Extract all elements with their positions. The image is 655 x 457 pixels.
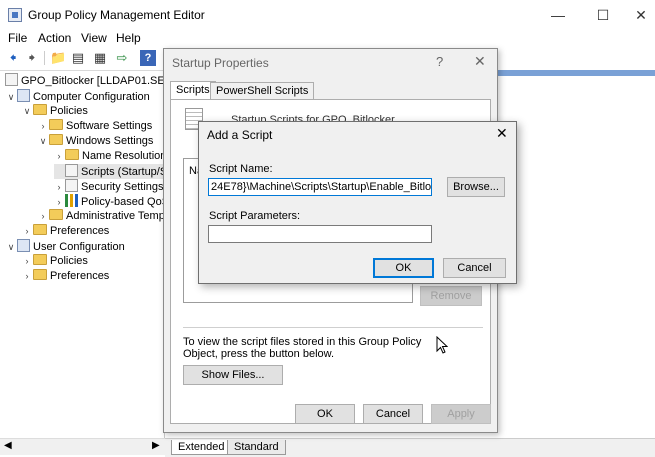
folder-icon [65,149,79,160]
browse-button[interactable]: Browse... [447,177,505,197]
folder-icon [33,224,47,235]
show-files-button[interactable]: Show Files... [183,365,283,385]
chevron-down-icon[interactable]: ∨ [6,240,16,255]
minimize-button[interactable]: — [549,6,567,24]
security-icon [65,179,78,192]
tab-standard[interactable]: Standard [227,440,286,455]
folder-icon [33,104,47,115]
tree-item-windows-settings[interactable]: ∨ Windows Settings [38,134,153,149]
tree-item-name-resolution[interactable]: › Name Resolution [54,149,164,164]
add-script-cancel-button[interactable]: Cancel [443,258,506,278]
window-title: Group Policy Management Editor [28,8,205,22]
scroll-left-icon[interactable]: ◀ [4,440,12,451]
ok-button[interactable]: OK [295,404,355,424]
scroll-right-icon[interactable]: ▶ [152,440,160,451]
tree-horizontal-scrollbar[interactable]: ◀ ▶ [0,438,165,455]
console-tree: GPO_Bitlocker [LLDAP01.SERVA ∨Computer C… [0,70,165,438]
title-bar: Group Policy Management Editor — ☐ ✕ [0,0,655,30]
folder-icon [33,269,47,280]
show-files-info: To view the script files stored in this … [183,336,422,360]
chevron-down-icon[interactable]: ∨ [6,90,16,105]
close-window-button[interactable]: ✕ [632,6,650,24]
tab-extended[interactable]: Extended [171,440,232,455]
chevron-right-icon[interactable]: › [38,119,48,134]
divider [183,327,483,328]
tree-item-user-policies[interactable]: › Policies [22,254,88,269]
chevron-right-icon[interactable]: › [38,209,48,224]
chevron-right-icon[interactable]: › [54,180,64,195]
tree-item-gpo-root[interactable]: GPO_Bitlocker [LLDAP01.SERVA [4,73,164,88]
properties-icon[interactable]: ▦ [92,50,108,66]
folder-icon [49,134,63,145]
add-script-title: Add a Script [207,128,273,142]
menu-action[interactable]: Action [38,31,71,45]
gpme-app-icon [8,8,22,22]
folder-icon [33,254,47,265]
add-script-ok-button[interactable]: OK [373,258,434,278]
script-name-label: Script Name: [209,163,273,175]
apply-button[interactable]: Apply [431,404,491,424]
chevron-right-icon[interactable]: › [54,195,64,210]
folder-up-icon[interactable]: 📁 [50,50,66,66]
bar-chart-icon [65,194,78,207]
chevron-right-icon[interactable]: › [22,224,32,239]
cancel-button[interactable]: Cancel [363,404,423,424]
close-dialog-button[interactable]: ✕ [474,53,486,70]
tab-powershell-scripts[interactable]: PowerShell Scripts [210,82,315,100]
chevron-right-icon[interactable]: › [54,149,64,164]
tab-scripts[interactable]: Scripts [170,81,216,101]
remove-button[interactable]: Remove [420,286,482,306]
add-script-dialog: Add a Script ✕ Script Name: 24E78}\Machi… [198,121,517,284]
tree-item-software-settings[interactable]: › Software Settings [38,119,152,134]
script-parameters-input[interactable] [208,225,432,243]
folder-icon [49,209,63,220]
help-button[interactable]: ? [436,54,443,69]
tree-item-scripts[interactable]: Scripts (Startup/S [54,164,164,179]
tree-item-policies[interactable]: ∨ Policies [22,104,88,119]
folder-icon [49,119,63,130]
chevron-right-icon[interactable]: › [22,269,32,284]
toolbar: 🠸 🠺 📁 ▤ ▦ ⇨ ? [0,48,170,68]
startup-dialog-title: Startup Properties [172,56,269,70]
script-name-input[interactable]: 24E78}\Machine\Scripts\Startup\Enable_Bi… [208,178,432,196]
tree-item-user-preferences[interactable]: › Preferences [22,269,109,284]
menu-file[interactable]: File [8,31,27,45]
maximize-button[interactable]: ☐ [594,6,612,24]
tree-item-computer-configuration[interactable]: ∨ Computer Configuration [6,89,150,104]
tree-item-security-settings[interactable]: › Security Settings [54,179,164,194]
export-list-icon[interactable]: ⇨ [114,50,130,66]
script-icon [65,164,78,177]
tree-item-preferences[interactable]: › Preferences [22,224,109,239]
chevron-down-icon[interactable]: ∨ [38,134,48,149]
menu-view[interactable]: View [81,31,107,45]
mouse-pointer-icon [436,336,448,354]
menu-help[interactable]: Help [116,31,141,45]
tree-item-user-configuration[interactable]: ∨ User Configuration [6,239,125,254]
chevron-right-icon[interactable]: › [22,254,32,269]
close-add-script-button[interactable]: ✕ [496,125,508,142]
tree-item-administrative-templates[interactable]: › Administrative Temp [38,209,164,224]
show-hide-tree-icon[interactable]: ▤ [70,50,86,66]
computer-icon [17,89,30,102]
forward-arrow-icon[interactable]: 🠺 [24,50,40,66]
chevron-down-icon[interactable]: ∨ [22,104,32,119]
script-parameters-label: Script Parameters: [209,210,301,222]
details-pane [497,76,655,438]
back-arrow-icon[interactable]: 🠸 [5,50,21,66]
gpo-icon [5,73,18,86]
user-icon [17,239,30,252]
toolbar-separator [44,51,45,65]
view-tabs-strip: Extended Standard [165,438,655,457]
menu-bar: File Action View Help [0,30,655,48]
help-icon[interactable]: ? [140,50,156,66]
tree-item-policy-qos[interactable]: › Policy-based QoS [54,194,164,210]
